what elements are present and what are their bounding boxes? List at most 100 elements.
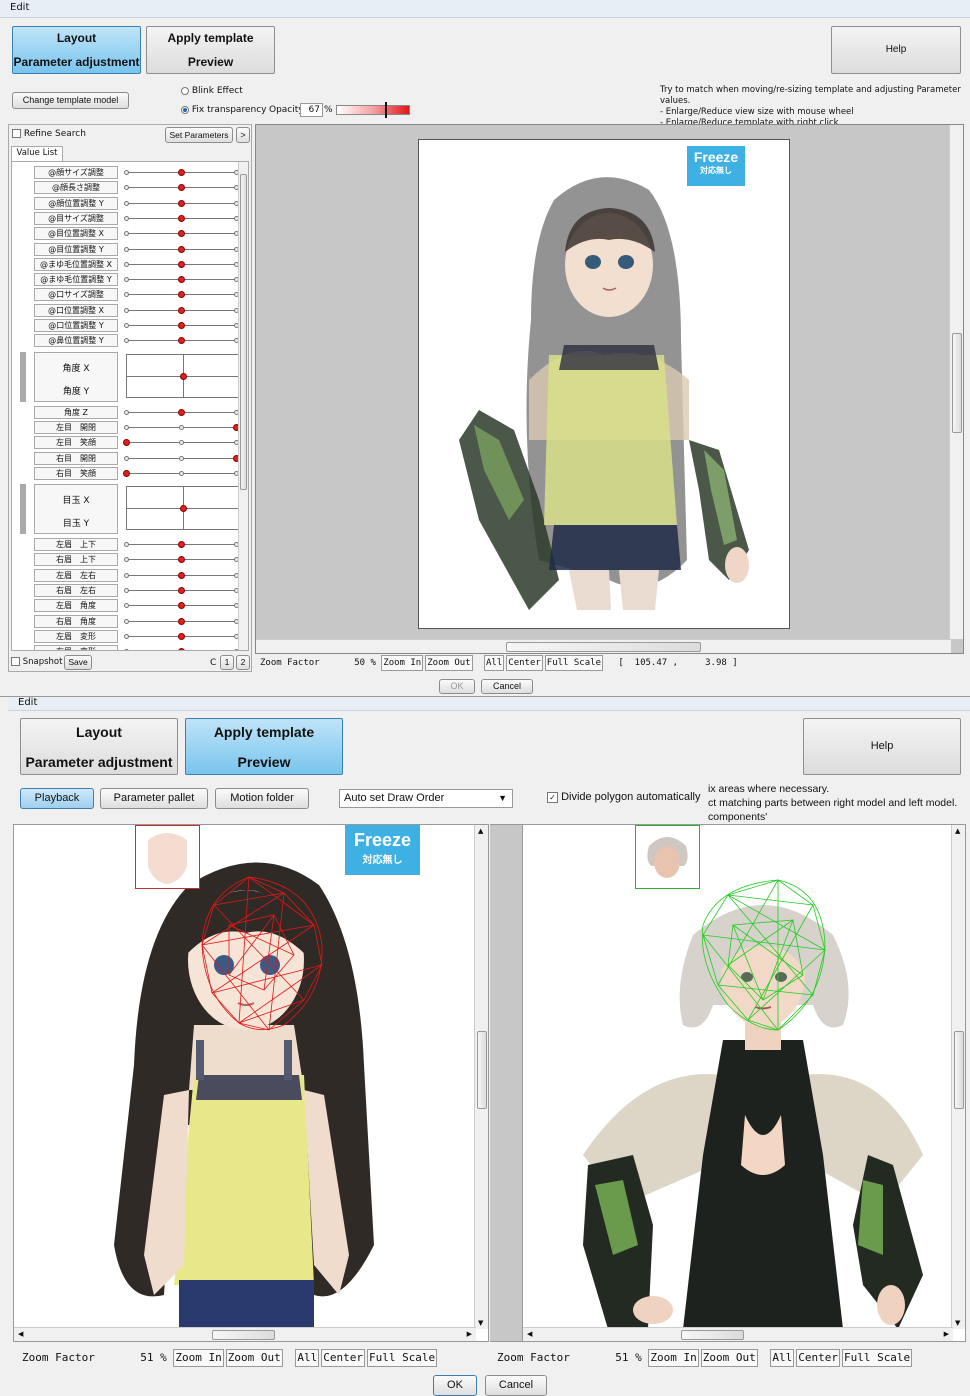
bottom-ok-button[interactable]: OK [433,1375,477,1396]
parameter-slider-knob[interactable] [178,337,185,345]
parameter-slider-track[interactable] [124,602,240,610]
draw-order-select[interactable]: Auto set Draw Order ▼ [339,789,513,808]
parameter-slider-track[interactable] [123,439,240,447]
zoom-center-button[interactable]: Center [506,655,543,671]
value-list-tab[interactable]: Value List [11,146,63,161]
left-view-hscroll-thumb[interactable] [212,1330,275,1340]
parameter-slider-knob[interactable] [178,587,185,594]
value-list-scrollbar[interactable] [238,162,248,650]
template-face-thumbnail[interactable] [135,825,200,889]
playback-button[interactable]: Playback [20,788,94,809]
fix-transparency-radio[interactable] [181,105,189,114]
canvas-vscroll-thumb[interactable] [952,333,962,433]
template-model-view[interactable]: Freeze 対応無し ▲ ▼ ◀ ▶ [13,824,489,1342]
snapshot-option[interactable]: Snapshot [11,657,62,667]
zoom-out-button[interactable]: Zoom Out [225,1349,283,1367]
right-view-vscroll-thumb[interactable] [954,1031,964,1109]
target-face-thumbnail[interactable] [635,825,700,889]
xy-pad-knob[interactable] [180,505,187,513]
parameter-slider-knob[interactable] [123,439,130,447]
change-template-model-button[interactable]: Change template model [12,92,129,109]
top-ok-button[interactable]: OK [439,679,475,694]
parameter-slider-track[interactable] [124,617,240,625]
opacity-slider-handle[interactable] [385,102,388,118]
parameter-slider-knob[interactable] [178,541,185,549]
canvas-hscroll-thumb[interactable] [506,642,701,652]
scroll-right-icon[interactable]: ▶ [944,1330,949,1338]
parameter-slider-track[interactable] [124,306,240,314]
parameter-slider-knob[interactable] [123,469,130,477]
parameter-slider-knob[interactable] [178,408,185,416]
zoom-in-button[interactable]: Zoom In [381,655,424,671]
scroll-left-icon[interactable]: ◀ [527,1330,532,1338]
right-view-horizontal-scrollbar[interactable]: ◀ ▶ [523,1327,953,1341]
zoom-in-button[interactable]: Zoom In [173,1349,224,1367]
scroll-left-icon[interactable]: ◀ [18,1330,23,1338]
top-tab-apply-template[interactable]: Apply template Preview [146,26,275,74]
canvas-vertical-scrollbar[interactable] [949,125,963,639]
parameter-slider-track[interactable] [124,571,240,579]
zoom-center-button[interactable]: Center [796,1349,840,1367]
parameter-slider-knob[interactable] [178,199,185,207]
parameter-slider-track[interactable] [124,337,240,345]
parameter-slider-knob[interactable] [178,632,185,640]
template-canvas[interactable]: Freeze 対応無し [255,124,964,654]
blink-effect-radio[interactable] [181,86,189,95]
top-help-button[interactable]: Help [831,26,961,74]
snapshot-save-button[interactable]: Save [64,655,92,670]
bottom-cancel-button[interactable]: Cancel [485,1375,547,1396]
xy-parameter-box[interactable]: 角度 X 角度 Y [12,351,240,402]
parameter-slider-track[interactable] [124,423,240,431]
parameter-slider-knob[interactable] [178,322,185,329]
right-view-hscroll-thumb[interactable] [681,1330,744,1340]
target-model-view[interactable]: ▲ ▼ ◀ ▶ [522,824,966,1342]
parameter-slider-track[interactable] [124,291,240,299]
parameter-slider-track[interactable] [124,245,240,253]
snapshot-slot-2[interactable]: 2 [236,655,250,670]
parameter-slider-track[interactable] [124,322,240,329]
parameter-pallet-button[interactable]: Parameter pallet [100,788,208,809]
zoom-center-button[interactable]: Center [321,1349,365,1367]
divide-polygon-checkbox[interactable]: ✓ [547,791,558,803]
left-view-vertical-scrollbar[interactable]: ▲ ▼ [474,825,488,1329]
parameter-slider-knob[interactable] [178,260,185,268]
scroll-up-icon[interactable]: ▲ [955,827,960,835]
parameter-slider-track[interactable] [124,556,240,564]
blink-effect-option[interactable]: Blink Effect [181,86,243,96]
bottom-help-button[interactable]: Help [803,718,961,775]
expand-arrow-button[interactable]: > [236,127,250,143]
xy-pad[interactable] [126,486,240,531]
refine-search-checkbox[interactable] [12,129,21,138]
bottom-tab-layout[interactable]: Layout Parameter adjustment [20,718,178,775]
zoom-full-scale-button[interactable]: Full Scale [841,1349,913,1367]
opacity-input[interactable]: 67 [300,103,323,117]
xy-pad[interactable] [126,353,240,398]
snapshot-checkbox[interactable] [11,657,20,666]
divide-polygon-option[interactable]: ✓ Divide polygon automatically [547,791,700,803]
refine-search-option[interactable]: Refine Search [12,129,86,139]
snapshot-slot-1[interactable]: 1 [220,655,234,670]
scroll-right-icon[interactable]: ▶ [467,1330,472,1338]
top-tab-layout[interactable]: Layout Parameter adjustment [12,26,141,74]
parameter-slider-knob[interactable] [178,184,185,192]
zoom-in-button[interactable]: Zoom In [648,1349,699,1367]
top-cancel-button[interactable]: Cancel [481,679,533,694]
parameter-slider-track[interactable] [124,541,240,549]
zoom-full-scale-button[interactable]: Full Scale [366,1349,438,1367]
zoom-full-scale-button[interactable]: Full Scale [544,655,603,671]
zoom-out-button[interactable]: Zoom Out [700,1349,758,1367]
parameter-slider-knob[interactable] [178,556,185,564]
parameter-slider-knob[interactable] [178,602,185,610]
bottom-tab-apply-template[interactable]: Apply template Preview [185,718,343,775]
xy-pad-knob[interactable] [180,372,187,380]
parameter-slider-knob[interactable] [178,617,185,625]
parameter-slider-track[interactable] [124,169,240,176]
parameter-slider-track[interactable] [124,408,240,416]
parameter-slider-knob[interactable] [178,571,185,579]
set-parameters-button[interactable]: Set Parameters [165,127,233,143]
parameter-slider-track[interactable] [123,469,240,477]
parameter-slider-knob[interactable] [178,245,185,253]
opacity-slider[interactable] [336,102,410,118]
parameter-slider-knob[interactable] [178,306,185,314]
canvas-horizontal-scrollbar[interactable] [256,639,951,653]
